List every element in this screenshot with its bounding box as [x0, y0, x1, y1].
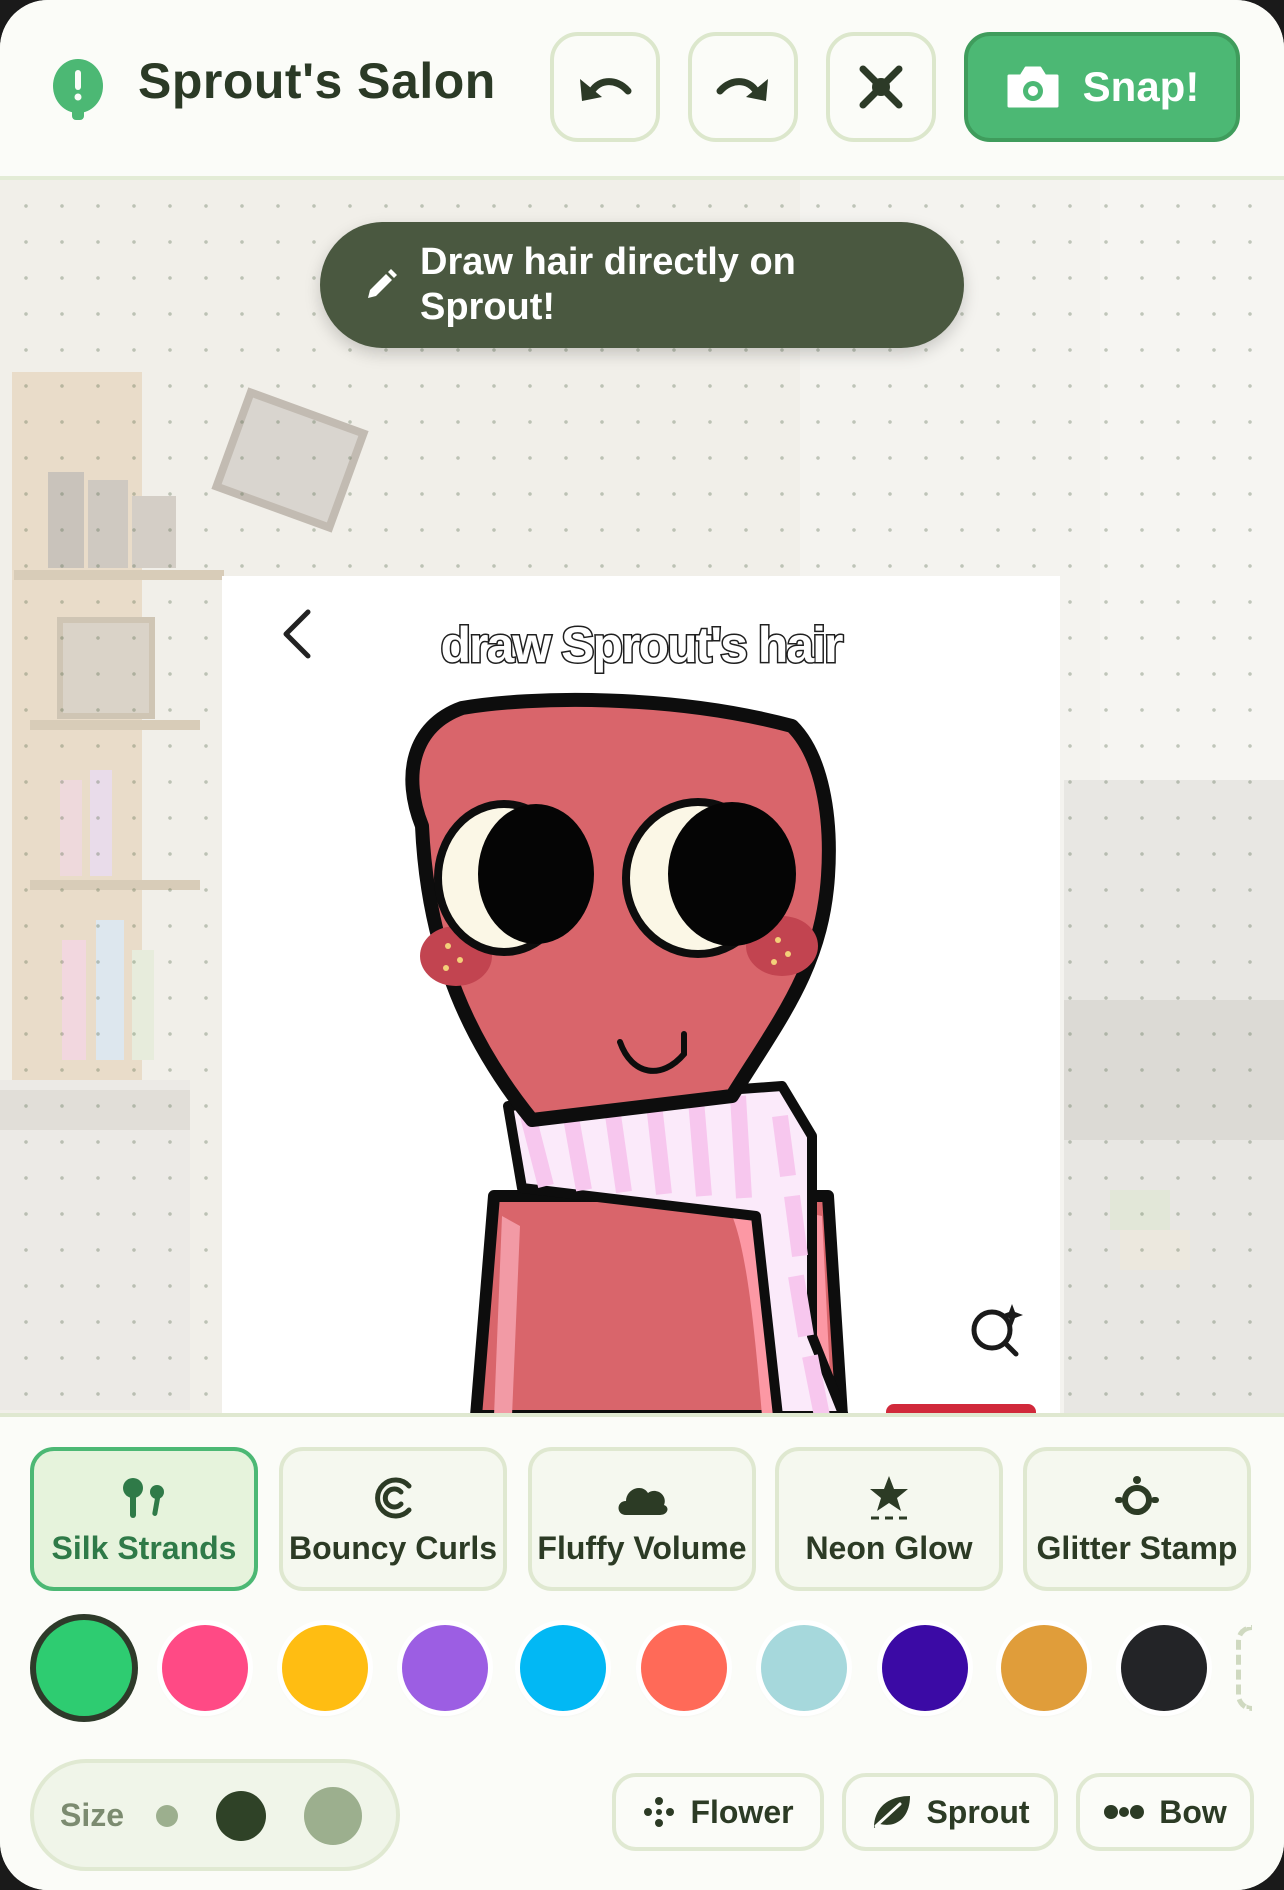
redo-button[interactable] — [688, 32, 798, 142]
size-selector: Size — [30, 1759, 400, 1871]
stamp-sprout-button[interactable]: Sprout — [842, 1773, 1058, 1851]
app-title: Sprout's Salon — [138, 53, 496, 109]
cloud-icon — [618, 1487, 668, 1515]
swatch-amber[interactable] — [1001, 1625, 1087, 1711]
brush-label: Bouncy Curls — [288, 1529, 498, 1566]
color-palette — [0, 1611, 1284, 1739]
size-large[interactable] — [304, 1787, 362, 1845]
curl-icon — [375, 1477, 412, 1518]
brush-silk-strands[interactable]: Silk Strands — [30, 1447, 258, 1591]
brush-label: Glitter Stamp — [1036, 1529, 1238, 1566]
leaf-icon — [874, 1796, 911, 1828]
size-label: Size — [60, 1797, 125, 1833]
device-screen: Sprout's Salon Snap! Draw hair directly … — [0, 0, 1284, 1890]
snap-button[interactable]: Snap! — [964, 32, 1240, 142]
brush-label: Fluffy Volume — [537, 1529, 747, 1566]
swatch-indigo[interactable] — [882, 1625, 968, 1711]
red-indicator — [886, 1404, 1036, 1413]
swatch-green[interactable] — [36, 1620, 132, 1716]
stamp-label: Flower — [690, 1793, 794, 1830]
clear-x-icon — [859, 65, 903, 109]
brush-label: Silk Strands — [51, 1529, 237, 1566]
glitter-icon — [1115, 1475, 1159, 1515]
swatch-yellow[interactable] — [282, 1625, 368, 1711]
sprout-character-card[interactable]: draw Sprout's hair — [222, 576, 1060, 1413]
bow-icon — [1104, 1805, 1145, 1819]
stamp-flower-button[interactable]: Flower — [612, 1773, 824, 1851]
instruction-tooltip: Draw hair directly on Sprout! — [320, 222, 964, 348]
brush-bouncy-curls[interactable]: Bouncy Curls — [279, 1447, 507, 1591]
flower-icon — [644, 1797, 675, 1827]
stamp-label: Sprout — [926, 1793, 1030, 1830]
snap-label: Snap! — [1082, 63, 1200, 110]
pencil-icon — [368, 269, 397, 298]
stamp-bow-button[interactable]: Bow — [1076, 1773, 1254, 1851]
swatch-coral[interactable] — [641, 1625, 727, 1711]
swatch-pink[interactable] — [162, 1625, 248, 1711]
brush-fluffy-volume[interactable]: Fluffy Volume — [528, 1447, 756, 1591]
brush-label: Neon Glow — [805, 1529, 973, 1566]
stamp-label: Bow — [1159, 1793, 1227, 1830]
swatch-black[interactable] — [1121, 1625, 1207, 1711]
tooltip-text: Draw hair directly on Sprout! — [420, 241, 796, 328]
size-small[interactable] — [156, 1805, 178, 1827]
app-header: Sprout's Salon Snap! — [0, 0, 1284, 180]
swatch-sky-blue[interactable] — [520, 1625, 606, 1711]
clear-button[interactable] — [826, 32, 936, 142]
drawing-stage[interactable]: Draw hair directly on Sprout! draw Sprou… — [0, 180, 1284, 1413]
brush-neon-glow[interactable]: Neon Glow — [775, 1447, 1003, 1591]
lens-sparkle-icon[interactable] — [968, 1302, 1028, 1358]
redo-icon — [716, 78, 768, 101]
swatch-light-teal[interactable] — [761, 1625, 847, 1711]
swatch-purple[interactable] — [402, 1625, 488, 1711]
brush-glitter-stamp[interactable]: Glitter Stamp — [1023, 1447, 1251, 1591]
silk-strands-icon — [123, 1477, 164, 1518]
undo-icon — [580, 78, 632, 101]
sprout-logo-icon — [53, 59, 103, 120]
camera-icon — [1007, 66, 1059, 108]
size-medium[interactable] — [216, 1791, 266, 1841]
star-icon — [870, 1475, 908, 1519]
sprout-character-illustration — [405, 692, 849, 1413]
tool-panel: Silk Strands Bouncy Curls Fluffy Volume — [0, 1413, 1284, 1890]
undo-button[interactable] — [550, 32, 660, 142]
palette-overflow-hint[interactable] — [1236, 1625, 1252, 1711]
